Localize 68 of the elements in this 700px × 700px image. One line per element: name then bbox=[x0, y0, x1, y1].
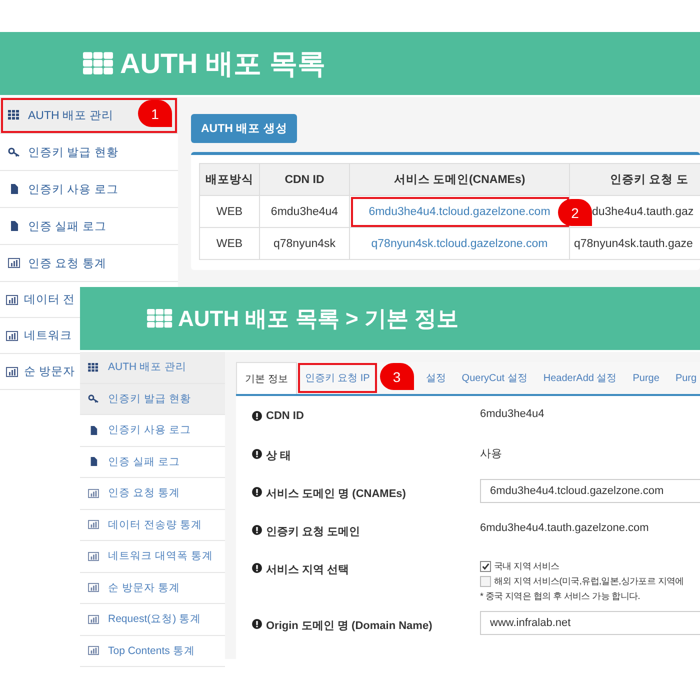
document-icon bbox=[8, 184, 20, 194]
sidebar-item[interactable]: AUTH 배포 관리 bbox=[80, 352, 225, 384]
tab[interactable]: Purge bbox=[624, 362, 668, 394]
tab[interactable]: 설정 bbox=[418, 362, 454, 394]
tab[interactable]: HeaderAdd 설정 bbox=[535, 362, 625, 394]
sidebar-item[interactable]: AUTH 배포 관리 1 bbox=[0, 97, 178, 134]
tab[interactable]: 기본 정보 bbox=[236, 362, 297, 394]
info-icon bbox=[252, 449, 262, 459]
sidebar-item[interactable]: 인증키 발급 현황 bbox=[80, 384, 225, 415]
bar-chart-icon bbox=[6, 294, 18, 304]
checkbox[interactable] bbox=[480, 576, 491, 587]
column-header: 배포방식 bbox=[200, 164, 260, 196]
page-title: AUTH 배포 목록 bbox=[120, 46, 326, 80]
table-cell: 6mdu3he4u4 bbox=[260, 196, 350, 228]
field-label: Origin 도메인 명 (Domain Name) bbox=[266, 619, 432, 633]
column-header: CDN ID bbox=[260, 164, 350, 196]
field-value: 6mdu3he4u4.tauth.gazelzone.com bbox=[480, 522, 649, 534]
column-header: 서비스 도메인(CNAMEs) bbox=[350, 164, 570, 196]
field-value: 사용 bbox=[480, 448, 502, 460]
info-icon bbox=[252, 563, 262, 573]
document-icon bbox=[88, 426, 99, 435]
table-cell: WEB bbox=[200, 228, 260, 260]
bar-chart-icon bbox=[88, 614, 99, 624]
document-icon bbox=[8, 221, 20, 231]
grid-icon bbox=[8, 110, 20, 120]
page-title: AUTH 배포 목록 > 기본 정보 bbox=[178, 304, 459, 332]
create-button[interactable]: AUTH 배포 생성 bbox=[191, 114, 298, 143]
domain-link[interactable]: 6mdu3he4u4.tcloud.gazelzone.com bbox=[368, 206, 550, 218]
document-icon bbox=[88, 457, 99, 466]
bar-chart-icon bbox=[88, 552, 99, 561]
field-label: 인증키 요청 도메인 bbox=[266, 525, 360, 539]
info-icon bbox=[252, 487, 262, 497]
checkbox-label: 국내 지역 서비스 bbox=[494, 560, 560, 573]
callout-badge: 2 bbox=[558, 199, 592, 226]
bar-chart-icon bbox=[6, 330, 18, 340]
column-header: 인증키 요청 도 bbox=[570, 164, 700, 196]
info-icon bbox=[252, 411, 262, 421]
info-icon bbox=[252, 619, 262, 629]
callout-badge: 1 bbox=[138, 100, 172, 127]
info-icon bbox=[252, 525, 262, 535]
checkbox[interactable] bbox=[480, 561, 491, 572]
bar-chart-icon bbox=[88, 646, 99, 656]
tab[interactable]: Purg bbox=[667, 362, 700, 394]
table-cell: WEB bbox=[200, 196, 260, 228]
bar-chart-icon bbox=[88, 583, 99, 592]
note-text: * 중국 지역은 협의 후 서비스 가능 합니다. bbox=[480, 590, 642, 603]
bar-chart-icon bbox=[88, 488, 99, 498]
text-field[interactable]: 6mdu3he4u4.tcloud.gazelzone.com bbox=[480, 479, 700, 503]
key-icon bbox=[88, 394, 99, 404]
field-label: 서비스 지역 선택 bbox=[266, 563, 350, 577]
grid-icon bbox=[88, 362, 99, 372]
bar-chart-icon bbox=[8, 258, 20, 268]
tab[interactable]: 인증키 요청 IP bbox=[296, 362, 378, 394]
grid-icon bbox=[83, 52, 114, 75]
bar-chart-icon bbox=[88, 520, 99, 530]
text-field[interactable]: www.infralab.net bbox=[480, 611, 700, 635]
grid-icon bbox=[147, 309, 173, 328]
field-label: 상 태 bbox=[266, 449, 292, 463]
field-label: CDN ID bbox=[266, 410, 304, 422]
field-label: 서비스 도메인 명 (CNAMEs) bbox=[266, 487, 406, 501]
domain-link[interactable]: q78nyun4sk.tcloud.gazelzone.com bbox=[371, 238, 548, 250]
key-icon bbox=[8, 147, 20, 157]
field-value: 6mdu3he4u4 bbox=[480, 408, 544, 420]
checkbox-label: 해외 지역 서비스(미국,유럽,일본,싱가포르 지역에 bbox=[494, 575, 684, 588]
tab[interactable]: QueryCut 설정 bbox=[454, 362, 536, 394]
callout-badge: 3 bbox=[380, 363, 414, 390]
bar-chart-icon bbox=[6, 366, 18, 376]
table-cell: q78nyun4sk bbox=[260, 228, 350, 260]
